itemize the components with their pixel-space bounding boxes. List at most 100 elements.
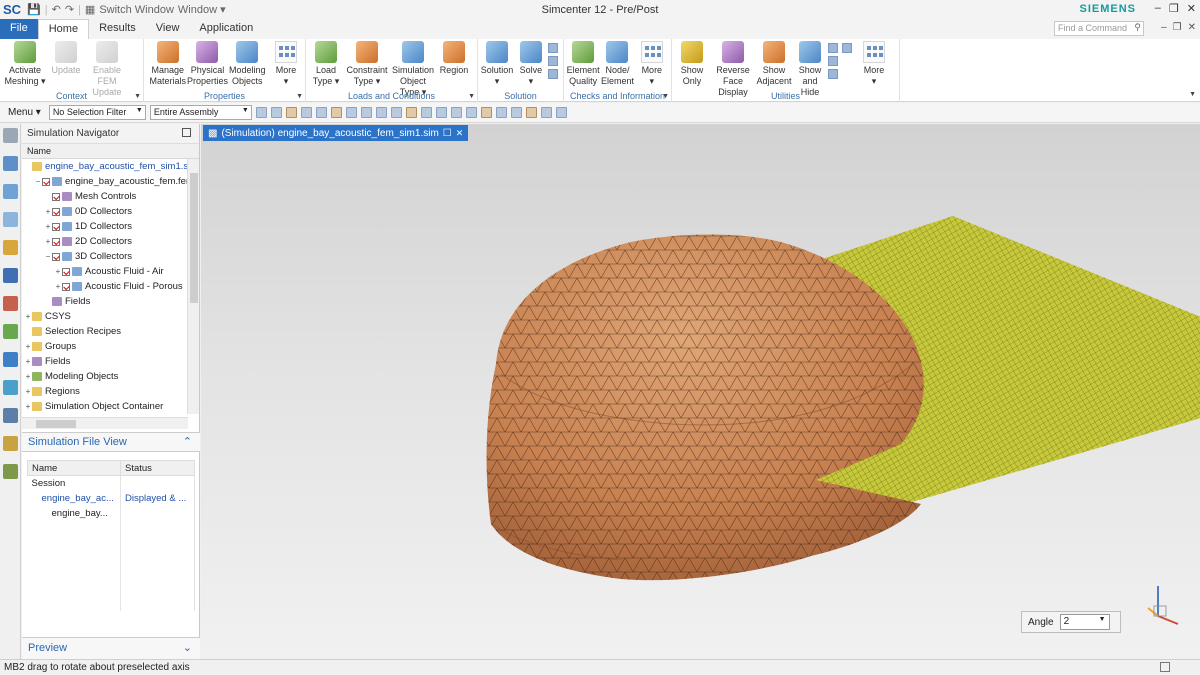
preview-section[interactable]: Preview ⌄	[22, 637, 200, 659]
chart-icon[interactable]	[2, 324, 18, 339]
tree-node[interactable]: engine_bay_acoustic_fem_sim1.sim	[22, 159, 199, 174]
tree-horizontal-scrollbar[interactable]	[22, 417, 188, 429]
3d-acoustic-fluid-mesh[interactable]	[486, 234, 924, 581]
tree-vertical-scrollbar[interactable]	[187, 159, 199, 414]
ribbon-minimize-icon[interactable]: –	[1161, 22, 1167, 33]
tree-node[interactable]: + Modeling Objects	[22, 369, 199, 384]
chevron-down-icon[interactable]: ▼	[1099, 616, 1106, 623]
toolbar-icon[interactable]	[510, 107, 522, 118]
tree-expander-icon[interactable]: +	[54, 282, 62, 291]
toolbar-icon[interactable]	[300, 107, 312, 118]
tab-application[interactable]: Application	[189, 19, 263, 39]
group-expand-icon[interactable]: ▼	[134, 93, 141, 100]
tree-node[interactable]: + Groups	[22, 339, 199, 354]
tab-view[interactable]: View	[146, 19, 190, 39]
graphics-tab[interactable]: ▩ (Simulation) engine_bay_acoustic_fem_s…	[203, 125, 469, 141]
switch-window-button[interactable]: Switch Window	[99, 4, 174, 16]
toolbar-icon[interactable]	[390, 107, 402, 118]
toolbar-icon[interactable]	[420, 107, 432, 118]
tree-expander-icon[interactable]: +	[24, 312, 32, 321]
tree-node[interactable]: +2D Collectors	[22, 234, 199, 249]
fullscreen-icon[interactable]	[1160, 662, 1170, 672]
minimize-icon[interactable]: –	[1155, 2, 1161, 15]
tree-expander-icon[interactable]: −	[34, 177, 42, 186]
reuse-library-icon[interactable]	[2, 240, 18, 255]
group-expand-icon[interactable]: ▼	[662, 93, 669, 100]
visibility-checkbox[interactable]	[42, 177, 50, 186]
sensor-navigator-icon[interactable]	[2, 268, 18, 283]
tree-node[interactable]: + Fields	[22, 354, 199, 369]
toolbar-icon[interactable]	[465, 107, 477, 118]
toolbar-icon[interactable]	[450, 107, 462, 118]
group-expand-icon[interactable]: ▼	[468, 93, 475, 100]
tree-node[interactable]: + Acoustic Fluid - Porous	[22, 279, 199, 294]
tree-node[interactable]: Selection Recipes	[22, 324, 199, 339]
column-name-header[interactable]: Name	[27, 460, 121, 476]
tree-node[interactable]: +0D Collectors	[22, 204, 199, 219]
close-tab-icon[interactable]: ✕	[456, 128, 464, 139]
tree-expander-icon[interactable]: +	[44, 207, 52, 216]
toolbar-icon[interactable]	[480, 107, 492, 118]
toolbar-icon[interactable]	[330, 107, 342, 118]
part-navigator-icon[interactable]	[2, 212, 18, 227]
navigator-column-header[interactable]: Name	[22, 144, 199, 159]
tree-expander-icon[interactable]: +	[44, 237, 52, 246]
tree-expander-icon[interactable]: +	[24, 372, 32, 381]
toolbar-icon[interactable]	[555, 107, 567, 118]
assembly-scope-dropdown[interactable]: Entire Assembly ▼	[149, 105, 252, 120]
visibility-checkbox[interactable]	[52, 222, 60, 231]
settings-icon[interactable]	[2, 128, 18, 143]
simulation-file-view-header[interactable]: Simulation File View ⌃	[22, 432, 200, 452]
toolbar-icon[interactable]	[270, 107, 282, 118]
chevron-down-icon[interactable]: ⌄	[183, 641, 192, 654]
tree-node[interactable]: Fields	[22, 294, 199, 309]
toolbar-icon[interactable]	[345, 107, 357, 118]
visibility-checkbox[interactable]	[52, 252, 60, 261]
tree-expander-icon[interactable]: +	[44, 222, 52, 231]
tab-results[interactable]: Results	[89, 19, 146, 39]
maximize-panel-icon[interactable]	[182, 128, 191, 137]
ribbon-restore-icon[interactable]: ❐	[1173, 22, 1182, 33]
measure-icon[interactable]	[2, 436, 18, 451]
search-icon[interactable]: ⚲	[1134, 22, 1141, 33]
tab-home[interactable]: Home	[37, 19, 90, 39]
toolbar-icon[interactable]	[315, 107, 327, 118]
ribbon-close-icon[interactable]: ✕	[1188, 22, 1196, 33]
utilities-mini-icon[interactable]	[828, 56, 838, 66]
redo-icon[interactable]: ↷	[65, 3, 74, 16]
utilities-mini-icon[interactable]	[828, 43, 838, 53]
visibility-checkbox[interactable]	[52, 207, 60, 216]
tree-node[interactable]: − engine_bay_acoustic_fem.fem	[22, 174, 199, 189]
tree-node[interactable]: + Regions	[22, 384, 199, 399]
command-search-input[interactable]: Find a Command ⚲	[1054, 21, 1144, 36]
web-browser-icon[interactable]	[2, 352, 18, 367]
tree-node[interactable]: + CSYS	[22, 309, 199, 324]
toolbar-icon[interactable]	[495, 107, 507, 118]
toolbar-icon[interactable]	[360, 107, 372, 118]
solution-mini-icon[interactable]	[547, 69, 558, 79]
toolbar-icon[interactable]	[375, 107, 387, 118]
table-row[interactable]: engine_bay_ac... Displayed & ...	[27, 490, 195, 506]
save-icon[interactable]: 💾	[27, 3, 41, 16]
toolbar-icon[interactable]	[255, 107, 267, 118]
close-icon[interactable]: ✕	[1187, 2, 1196, 15]
tree-node[interactable]: + Simulation Object Container	[22, 399, 199, 414]
chevron-up-icon[interactable]: ⌃	[183, 435, 192, 448]
visibility-checkbox[interactable]	[62, 267, 70, 276]
visibility-checkbox[interactable]	[52, 237, 60, 246]
solution-mini-icon[interactable]	[547, 43, 558, 53]
fem-mesh-model[interactable]	[201, 124, 1200, 659]
tree-expander-icon[interactable]: +	[54, 267, 62, 276]
tree-node[interactable]: − 3D Collectors	[22, 249, 199, 264]
visibility-checkbox[interactable]	[52, 192, 60, 201]
tree-node[interactable]: Mesh Controls	[22, 189, 199, 204]
tree-expander-icon[interactable]: +	[24, 342, 32, 351]
utilities-mini-icon[interactable]	[828, 69, 838, 79]
solution-mini-icon[interactable]	[547, 56, 558, 66]
toolbar-icon[interactable]	[285, 107, 297, 118]
table-row[interactable]: engine_bay...	[27, 505, 195, 521]
ribbon-expand-icon[interactable]: ▼	[1189, 91, 1196, 98]
toolbar-icon[interactable]	[525, 107, 537, 118]
tree-expander-icon[interactable]: −	[44, 252, 52, 261]
assembly-navigator-icon[interactable]	[2, 184, 18, 199]
